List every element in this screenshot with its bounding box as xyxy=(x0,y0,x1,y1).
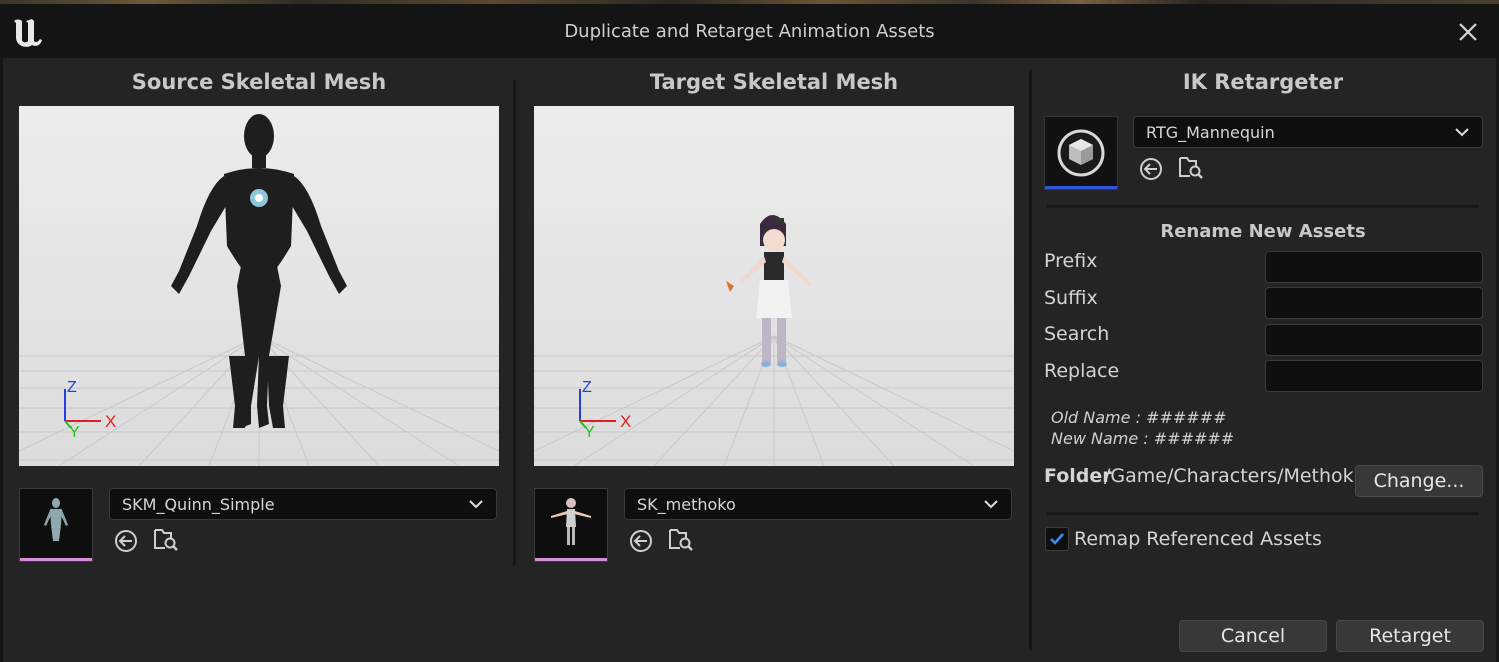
prefix-input[interactable] xyxy=(1265,251,1483,283)
search-input[interactable] xyxy=(1265,324,1483,356)
use-selected-asset-icon[interactable] xyxy=(113,528,139,554)
target-title: Target Skeletal Mesh xyxy=(649,70,899,94)
change-folder-button[interactable]: Change... xyxy=(1355,465,1483,497)
target-mesh-name: SK_methoko xyxy=(637,495,736,514)
mannequin-thumbnail-icon xyxy=(44,498,68,541)
target-viewport[interactable]: Z X Y xyxy=(534,106,1014,466)
folder-path: /Game/Characters/Methoko xyxy=(1104,465,1354,487)
source-preview-scene: Z X Y xyxy=(19,106,499,466)
use-selected-asset-icon[interactable] xyxy=(628,528,654,554)
new-name-preview: New Name : ###### xyxy=(1051,429,1235,448)
section-separator xyxy=(1047,205,1479,208)
column-divider xyxy=(513,80,516,566)
browse-asset-icon[interactable] xyxy=(1178,154,1204,180)
retargeter-title: IK Retargeter xyxy=(1182,70,1344,94)
browse-asset-icon[interactable] xyxy=(668,526,694,552)
remap-label: Remap Referenced Assets xyxy=(1074,528,1322,550)
target-preview-scene: Z X Y xyxy=(534,106,1014,466)
source-mesh-thumbnail[interactable] xyxy=(19,488,93,562)
old-name-preview: Old Name : ###### xyxy=(1051,408,1227,427)
remap-checkbox[interactable] xyxy=(1045,527,1069,551)
svg-text:X: X xyxy=(620,412,631,431)
browse-asset-icon[interactable] xyxy=(153,526,179,552)
thumbnail-type-bar xyxy=(535,558,607,561)
retarget-button[interactable]: Retarget xyxy=(1336,620,1484,652)
source-title: Source Skeletal Mesh xyxy=(131,70,387,94)
retargeter-thumbnail[interactable] xyxy=(1044,116,1118,190)
dialog-body: Source Skeletal Mesh Z X Y SKM_Quinn_Sim… xyxy=(0,58,1499,662)
section-separator xyxy=(1047,512,1479,515)
target-mesh-thumbnail[interactable] xyxy=(534,488,608,562)
use-selected-asset-icon[interactable] xyxy=(1138,156,1164,182)
source-mesh-name: SKM_Quinn_Simple xyxy=(122,495,275,514)
source-mesh-combo[interactable]: SKM_Quinn_Simple xyxy=(109,488,497,520)
svg-text:X: X xyxy=(105,412,116,431)
source-viewport[interactable]: Z X Y xyxy=(19,106,499,466)
thumbnail-type-bar xyxy=(1045,186,1117,189)
svg-text:Z: Z xyxy=(582,379,592,396)
rename-section-title: Rename New Assets xyxy=(1160,221,1366,242)
cube-asset-icon xyxy=(1057,129,1105,177)
retargeter-asset-name: RTG_Mannequin xyxy=(1146,123,1275,142)
svg-text:Y: Y xyxy=(69,424,80,441)
chevron-down-icon xyxy=(1455,128,1469,137)
prefix-label: Prefix xyxy=(1044,250,1098,272)
chevron-down-icon xyxy=(469,500,483,509)
replace-input[interactable] xyxy=(1265,360,1483,392)
folder-label: Folder xyxy=(1044,465,1112,487)
target-mesh-combo[interactable]: SK_methoko xyxy=(624,488,1012,520)
character-thumbnail-icon xyxy=(551,498,591,545)
retargeter-combo[interactable]: RTG_Mannequin xyxy=(1133,116,1483,148)
window-title: Duplicate and Retarget Animation Assets xyxy=(564,21,935,42)
cancel-button[interactable]: Cancel xyxy=(1179,620,1327,652)
checkmark-icon xyxy=(1050,533,1064,545)
svg-text:Y: Y xyxy=(584,424,595,441)
column-divider xyxy=(1029,70,1032,650)
suffix-label: Suffix xyxy=(1044,287,1098,309)
suffix-input[interactable] xyxy=(1265,287,1483,319)
search-label: Search xyxy=(1044,323,1110,345)
close-icon[interactable] xyxy=(1455,19,1481,45)
replace-label: Replace xyxy=(1044,360,1120,382)
title-bar: Duplicate and Retarget Animation Assets xyxy=(0,4,1499,58)
chevron-down-icon xyxy=(984,500,998,509)
thumbnail-type-bar xyxy=(20,558,92,561)
svg-text:Z: Z xyxy=(67,379,77,396)
